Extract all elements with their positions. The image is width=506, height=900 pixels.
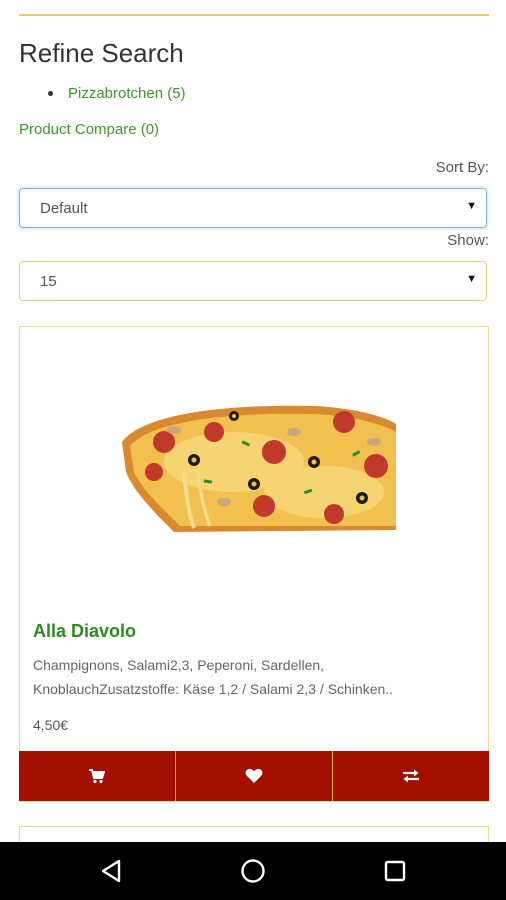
- android-nav-bar: [0, 842, 506, 900]
- add-to-cart-button[interactable]: [19, 751, 176, 801]
- sort-by-label: Sort By:: [435, 159, 489, 176]
- back-triangle-icon: [101, 859, 121, 883]
- product-name[interactable]: Alla Diavolo: [33, 619, 136, 643]
- product-compare-link[interactable]: Product Compare (0): [19, 120, 159, 140]
- show-label: Show:: [447, 232, 489, 249]
- heart-icon: [245, 768, 262, 783]
- add-to-wishlist-button[interactable]: [176, 751, 333, 801]
- home-button[interactable]: [238, 856, 268, 886]
- sort-by-value: Default: [40, 200, 88, 217]
- home-circle-icon: [241, 859, 265, 883]
- refine-item-pizzabrotchen[interactable]: Pizzabrotchen (5): [48, 84, 186, 104]
- product-card: Alla Diavolo Champignons, Salami2,3, Pep…: [18, 326, 489, 802]
- product-price: 4,50€: [33, 717, 69, 733]
- recents-button[interactable]: [380, 856, 410, 886]
- show-count-select[interactable]: 15 ▼: [19, 261, 487, 301]
- refine-item-label[interactable]: Pizzabrotchen (5): [68, 85, 186, 102]
- refine-search-list: Pizzabrotchen (5): [48, 84, 186, 104]
- bullet-icon: [48, 91, 53, 96]
- show-count-value: 15: [40, 273, 57, 290]
- sort-by-select[interactable]: Default ▼: [19, 188, 487, 228]
- product-actions: [18, 751, 489, 801]
- top-divider: [19, 14, 489, 16]
- recents-square-icon: [384, 860, 406, 882]
- dropdown-caret-icon: ▼: [466, 200, 477, 212]
- pizza-image[interactable]: [114, 402, 396, 536]
- cart-icon: [88, 768, 105, 783]
- refine-search-title: Refine Search: [19, 38, 184, 68]
- dropdown-caret-icon: ▼: [466, 273, 477, 285]
- back-button[interactable]: [96, 856, 126, 886]
- product-description: Champignons, Salami2,3, Peperoni, Sardel…: [33, 657, 394, 697]
- compare-product-button[interactable]: [333, 751, 489, 801]
- compare-arrows-icon: [402, 769, 419, 783]
